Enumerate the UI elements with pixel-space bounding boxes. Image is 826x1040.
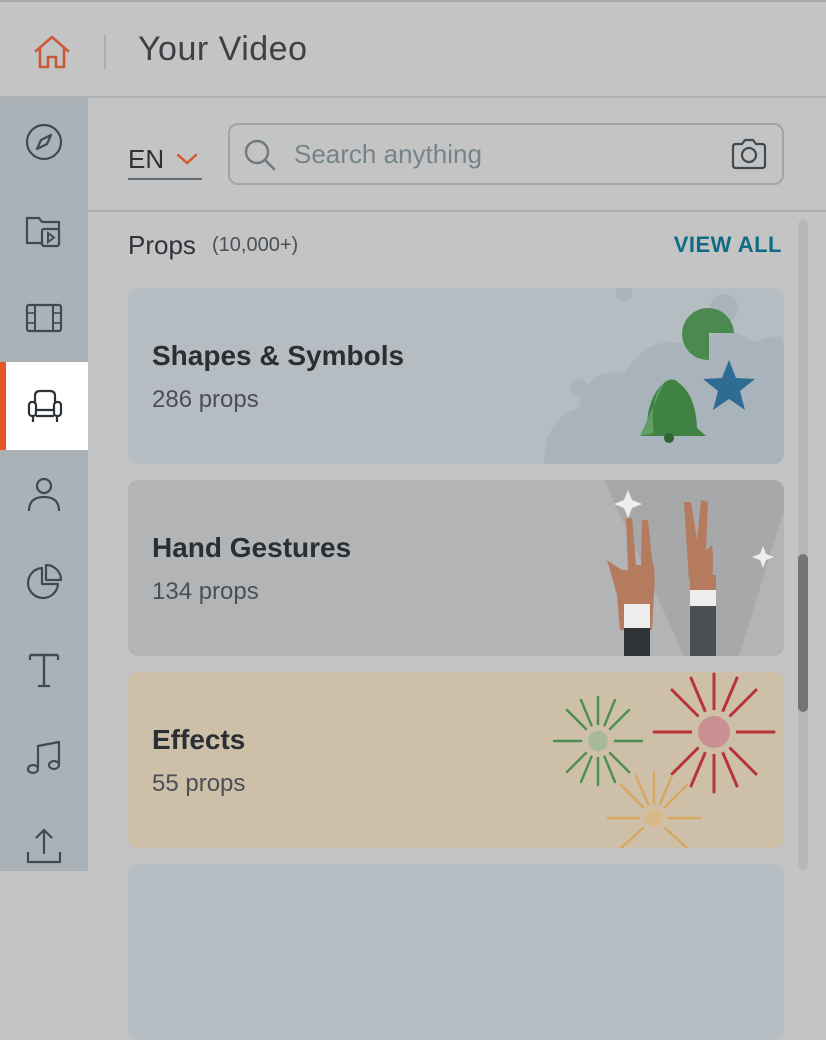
card-count: 134 props — [152, 578, 259, 605]
fireworks-illustration — [552, 672, 776, 848]
hand-gestures-illustration — [604, 480, 784, 656]
home-icon[interactable] — [32, 34, 72, 70]
sidebar-item-media[interactable] — [0, 186, 88, 274]
card-title: Hand Gestures — [152, 532, 352, 563]
sidebar-item-compass[interactable] — [0, 98, 88, 186]
section-title: Props — [128, 230, 196, 260]
compass-icon — [25, 123, 63, 161]
sidebar-item-film[interactable] — [0, 274, 88, 362]
upload-icon — [26, 828, 62, 864]
camera-icon[interactable] — [730, 137, 768, 171]
scrollbar[interactable] — [798, 220, 808, 871]
language-label: EN — [128, 144, 165, 174]
section-count: (10,000+) — [212, 234, 299, 256]
card-next[interactable] — [128, 864, 784, 1040]
film-icon — [25, 303, 63, 333]
card-title: Effects — [152, 724, 246, 755]
scrollbar-thumb[interactable] — [798, 554, 808, 712]
card-hand-gestures[interactable]: Hand Gestures 134 props — [128, 480, 784, 656]
chevron-down-icon — [176, 153, 198, 165]
card-count: 286 props — [152, 386, 259, 413]
sidebar-item-upload[interactable] — [0, 802, 88, 890]
page-title: Your Video — [138, 30, 308, 68]
text-icon — [28, 653, 60, 688]
pie-chart-icon — [26, 563, 63, 600]
shapes-illustration — [544, 288, 784, 464]
sidebar-item-props[interactable] — [0, 362, 90, 450]
card-title: Shapes & Symbols — [152, 340, 405, 371]
toolbar-divider — [88, 210, 826, 212]
sidebar-item-characters[interactable] — [0, 450, 88, 538]
top-bar: Your Video — [0, 0, 826, 98]
language-select[interactable]: EN — [128, 140, 202, 180]
armchair-icon — [27, 389, 63, 422]
view-all-link[interactable]: VIEW ALL — [674, 232, 782, 258]
sidebar — [0, 98, 90, 871]
card-effects[interactable]: Effects 55 props — [128, 672, 784, 848]
search-icon — [244, 139, 276, 171]
search-box — [228, 123, 784, 185]
sidebar-item-charts[interactable] — [0, 538, 88, 626]
person-icon — [27, 477, 61, 512]
sidebar-item-text[interactable] — [0, 626, 88, 714]
card-shapes-symbols[interactable]: Shapes & Symbols 286 props — [128, 288, 784, 464]
sidebar-item-music[interactable] — [0, 714, 88, 802]
card-count: 55 props — [152, 770, 246, 797]
search-input[interactable] — [294, 135, 714, 173]
main-panel: EN Props (10,000+) VIEW ALL — [88, 98, 826, 1040]
music-note-icon — [26, 740, 61, 775]
header-divider — [104, 35, 106, 69]
folder-video-icon — [25, 216, 61, 248]
